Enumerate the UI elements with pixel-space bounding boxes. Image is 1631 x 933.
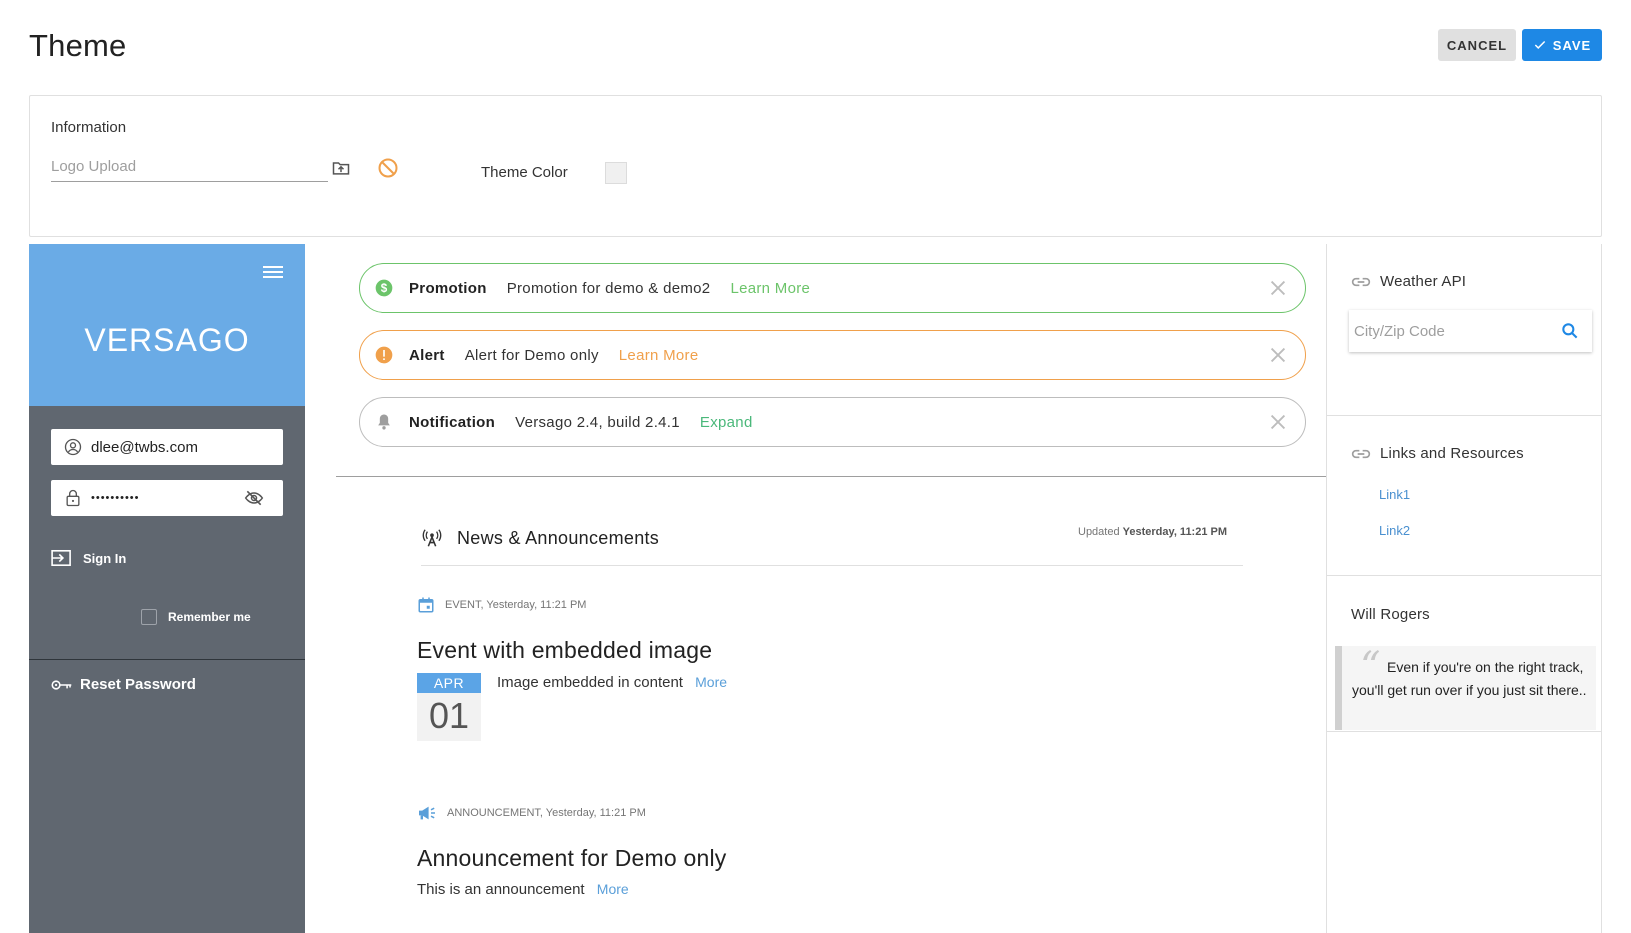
city-zip-input[interactable]: City/Zip Code (1349, 310, 1592, 352)
lock-icon (66, 489, 80, 507)
post-body: This is an announcement More (417, 881, 629, 898)
right-divider (1327, 575, 1602, 576)
post-body-text: This is an announcement (417, 881, 585, 898)
links-title: Links and Resources (1380, 445, 1524, 462)
more-link[interactable]: More (695, 674, 727, 690)
sign-in-button[interactable]: Sign In (51, 549, 126, 567)
promotion-message: Promotion for demo & demo2 (506, 279, 711, 297)
main-divider (336, 476, 1326, 477)
email-value: dlee@twbs.com (91, 438, 198, 456)
folder-upload-icon[interactable] (330, 158, 352, 178)
user-circle-icon (64, 438, 82, 456)
news-updated: Updated Yesterday, 11:21 PM (1078, 526, 1227, 538)
news-rule (421, 565, 1243, 566)
quote-widget-title: Will Rogers (1351, 606, 1430, 623)
notification-label: Notification (409, 413, 496, 431)
page-title: Theme (29, 28, 127, 63)
right-column-border (1601, 244, 1602, 933)
sidebar-divider (29, 659, 305, 660)
checkbox-box[interactable] (141, 609, 157, 625)
news-updated-prefix: Updated (1078, 526, 1120, 538)
post-meta: ANNOUNCEMENT, Yesterday, 11:21 PM (417, 805, 646, 821)
weather-widget-title: Weather API (1351, 273, 1466, 290)
password-field[interactable]: •••••••••• (51, 480, 283, 516)
city-zip-placeholder: City/Zip Code (1354, 322, 1445, 340)
close-icon[interactable] (1267, 344, 1289, 366)
theme-color-swatch[interactable] (605, 162, 627, 184)
more-link[interactable]: More (597, 881, 629, 897)
alert-learn-more-link[interactable]: Learn More (619, 347, 699, 364)
eye-off-icon[interactable] (243, 488, 265, 508)
save-button[interactable]: SAVE (1522, 29, 1602, 61)
clear-logo-icon[interactable] (376, 156, 400, 180)
check-icon (1534, 40, 1545, 49)
right-divider (1327, 415, 1602, 416)
brand-logo: VERSAGO (84, 322, 250, 358)
notification-alert: Notification Versago 2.4, build 2.4.1 Ex… (359, 397, 1306, 447)
sidebar-header: VERSAGO (29, 244, 305, 406)
reset-password-label: Reset Password (80, 676, 196, 693)
post-meta-text: EVENT, Yesterday, 11:21 PM (445, 599, 587, 611)
calendar-icon (418, 597, 434, 613)
sidebar-preview: VERSAGO dlee@twbs.com •••••••••• Sign In (29, 244, 305, 933)
broadcast-tower-icon (422, 529, 442, 547)
save-button-label: SAVE (1552, 37, 1592, 53)
email-field[interactable]: dlee@twbs.com (51, 429, 283, 465)
promotion-learn-more-link[interactable]: Learn More (730, 280, 810, 297)
remember-me-label: Remember me (168, 610, 251, 624)
post-body-text: Image embedded in content (497, 674, 683, 691)
news-updated-value: Yesterday, 11:21 PM (1122, 526, 1228, 538)
login-icon (51, 549, 71, 567)
post-meta-text: ANNOUNCEMENT, Yesterday, 11:21 PM (447, 807, 646, 819)
date-badge: APR 01 (417, 673, 481, 741)
links-widget-title: Links and Resources (1351, 445, 1524, 462)
theme-color-label: Theme Color (481, 164, 568, 181)
link-icon (1351, 277, 1371, 286)
resource-link[interactable]: Link2 (1379, 523, 1410, 538)
svg-text:$: $ (381, 282, 388, 295)
sign-in-label: Sign In (83, 550, 127, 566)
news-title: News & Announcements (457, 527, 660, 548)
key-icon (51, 679, 72, 690)
information-card: Information Logo Upload Theme Color (29, 95, 1602, 237)
main-column-border (1326, 244, 1327, 933)
alert-label: Alert (409, 346, 445, 364)
link-icon (1351, 449, 1371, 458)
alert-message: Alert for Demo only (464, 346, 599, 364)
notification-expand-link[interactable]: Expand (700, 414, 753, 431)
warning-circle-icon (375, 346, 393, 364)
remember-me-checkbox[interactable]: Remember me (141, 609, 251, 625)
alert-alert: Alert Alert for Demo only Learn More (359, 330, 1306, 380)
date-day: 01 (428, 695, 470, 736)
news-header: News & Announcements (421, 527, 659, 549)
close-icon[interactable] (1267, 277, 1289, 299)
post-title[interactable]: Announcement for Demo only (417, 845, 726, 872)
post-body: Image embedded in content More (497, 674, 727, 691)
information-title: Information (51, 119, 127, 136)
password-value: •••••••••• (91, 492, 140, 504)
quote-author: Will Rogers (1351, 606, 1430, 623)
right-divider (1327, 731, 1602, 732)
promotion-alert: $ Promotion Promotion for demo & demo2 L… (359, 263, 1306, 313)
date-month: APR (417, 673, 481, 693)
post-title[interactable]: Event with embedded image (417, 637, 712, 664)
post-meta: EVENT, Yesterday, 11:21 PM (417, 596, 586, 614)
logo-upload-field[interactable]: Logo Upload (51, 158, 328, 182)
weather-title: Weather API (1380, 273, 1467, 290)
close-icon[interactable] (1267, 411, 1289, 433)
resource-link[interactable]: Link1 (1379, 487, 1410, 502)
reset-password-link[interactable]: Reset Password (51, 676, 196, 693)
quote-text: Even if you're on the right track, you'l… (1352, 659, 1587, 698)
cancel-button[interactable]: CANCEL (1438, 29, 1516, 61)
dollar-circle-icon: $ (375, 279, 393, 297)
promotion-label: Promotion (409, 279, 487, 297)
bell-icon (378, 414, 390, 430)
quote-block: “ Even if you're on the right track, you… (1335, 644, 1596, 730)
search-icon[interactable] (1560, 321, 1580, 341)
notification-message: Versago 2.4, build 2.4.1 (515, 413, 680, 431)
megaphone-icon (419, 806, 435, 820)
hamburger-menu-icon[interactable] (263, 264, 283, 280)
logo-upload-placeholder: Logo Upload (51, 158, 137, 175)
